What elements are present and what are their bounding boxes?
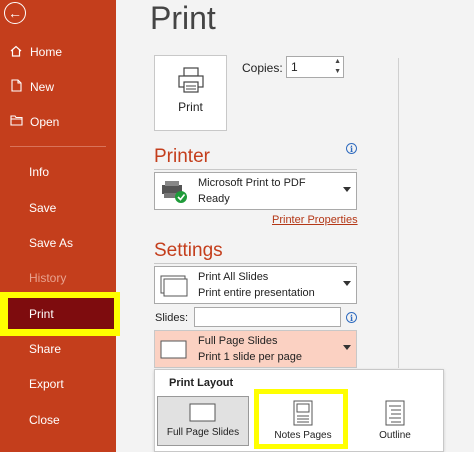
sidebar-item-label: Save	[29, 201, 57, 215]
outline-page-icon	[385, 400, 405, 426]
full-page-slide-icon	[189, 403, 216, 422]
sidebar-item-label: Save As	[29, 236, 74, 250]
sidebar-item-share[interactable]: Share	[0, 334, 116, 364]
printer-properties-link[interactable]: Printer Properties	[272, 214, 358, 226]
sidebar-item-label: Share	[29, 342, 62, 356]
sidebar-item-label: New	[30, 80, 55, 94]
chevron-down-icon	[343, 281, 351, 286]
notes-pages-highlight	[254, 389, 348, 449]
print-range-subtitle: Print entire presentation	[198, 287, 315, 299]
sidebar-item-home[interactable]: Home	[0, 37, 116, 67]
full-page-slide-icon	[160, 340, 187, 359]
section-rule	[154, 263, 357, 264]
layout-option-full-page-slides[interactable]: Full Page Slides	[157, 396, 249, 446]
sidebar-item-label: Open	[30, 115, 60, 129]
sidebar-item-info[interactable]: Info	[0, 157, 116, 187]
sidebar-item-label: History	[29, 271, 67, 285]
printer-name: Microsoft Print to PDF	[198, 177, 306, 189]
sidebar-item-open[interactable]: Open	[0, 107, 116, 137]
info-icon[interactable]: i	[346, 312, 357, 323]
divider	[398, 58, 399, 368]
printer-heading: Printer	[154, 146, 210, 167]
print-layout-subtitle: Print 1 slide per page	[198, 351, 302, 363]
print-layout-dropdown[interactable]: Full Page Slides Print 1 slide per page	[154, 330, 357, 368]
sidebar-item-close[interactable]: Close	[0, 405, 116, 435]
sidebar-item-save-as[interactable]: Save As	[0, 228, 116, 258]
settings-heading: Settings	[154, 240, 223, 261]
print-range-title: Print All Slides	[198, 271, 269, 283]
page-title: Print	[150, 0, 216, 36]
sidebar-item-export[interactable]: Export	[0, 369, 116, 399]
copies-label: Copies:	[242, 61, 283, 75]
print-button[interactable]: Print	[154, 55, 227, 131]
slides-label: Slides:	[155, 312, 189, 324]
printer-status: Ready	[198, 193, 230, 205]
print-layout-title: Full Page Slides	[198, 335, 278, 347]
section-rule	[154, 169, 357, 170]
home-icon	[9, 45, 23, 60]
slides-input[interactable]	[194, 307, 341, 327]
open-folder-icon	[9, 115, 23, 129]
sidebar-item-new[interactable]: New	[0, 72, 116, 102]
print-range-dropdown[interactable]: Print All Slides Print entire presentati…	[154, 266, 357, 304]
printer-ready-icon	[162, 181, 187, 203]
sidebar-item-label: Export	[29, 377, 64, 391]
new-file-icon	[9, 79, 23, 95]
sidebar-item-save[interactable]: Save	[0, 193, 116, 223]
back-arrow-icon[interactable]: ←	[4, 2, 26, 24]
layout-option-label: Outline	[379, 430, 411, 441]
sidebar-item-label: Home	[30, 45, 63, 59]
info-icon[interactable]: i	[346, 143, 357, 154]
chevron-down-icon	[343, 345, 351, 350]
layout-option-label: Full Page Slides	[166, 427, 240, 438]
printer-dropdown[interactable]: Microsoft Print to PDF Ready	[154, 172, 357, 210]
slides-stack-icon	[160, 275, 188, 297]
print-button-label: Print	[178, 100, 203, 114]
layout-option-outline[interactable]: Outline	[355, 396, 435, 446]
sidebar-item-history: History	[0, 263, 116, 293]
chevron-down-icon	[343, 187, 351, 192]
print-layout-menu-title: Print Layout	[169, 377, 234, 389]
copies-value: 1	[291, 60, 298, 74]
sidebar-divider	[10, 146, 106, 147]
sidebar-item-label: Info	[29, 165, 50, 179]
stepper-arrows-icon[interactable]: ▲ ▼	[334, 57, 341, 77]
copies-stepper[interactable]: 1 ▲ ▼	[286, 56, 344, 78]
sidebar-item-label: Print	[29, 306, 54, 321]
printer-icon	[177, 67, 204, 93]
sidebar-item-label: Close	[29, 413, 60, 427]
sidebar-item-print[interactable]: Print	[8, 298, 114, 329]
